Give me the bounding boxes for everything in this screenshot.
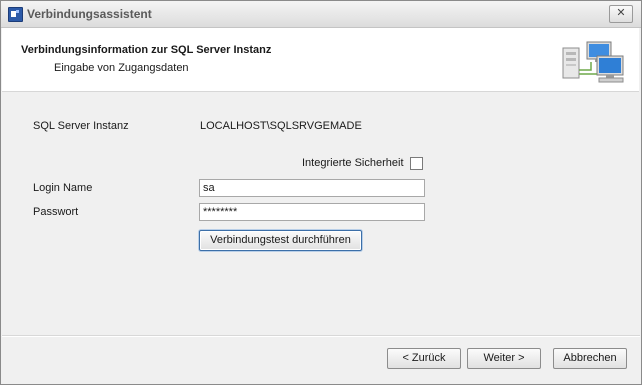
wizard-window: Verbindungsassistent ✕ Verbindungsinform…	[0, 0, 642, 385]
cancel-button[interactable]: Abbrechen	[553, 348, 627, 369]
network-computers-icon	[562, 41, 624, 83]
back-button[interactable]: < Zurück	[387, 348, 461, 369]
integrated-security-label: Integrierte Sicherheit	[302, 157, 404, 169]
header-subtitle: Eingabe von Zugangsdaten	[54, 62, 189, 74]
wizard-header: Verbindungsinformation zur SQL Server In…	[2, 28, 639, 92]
login-name-input[interactable]: sa	[199, 179, 425, 197]
footer-separator	[2, 335, 640, 337]
instance-label: SQL Server Instanz	[33, 120, 129, 132]
login-name-label: Login Name	[33, 182, 93, 194]
password-label: Passwort	[33, 206, 79, 218]
connection-test-button[interactable]: Verbindungstest durchführen	[199, 230, 362, 251]
close-icon: ✕	[616, 7, 626, 19]
title-bar[interactable]: Verbindungsassistent ✕	[1, 1, 641, 28]
password-input[interactable]: ********	[199, 203, 425, 221]
next-button[interactable]: Weiter >	[467, 348, 541, 369]
window-title: Verbindungsassistent	[27, 7, 152, 21]
integrated-security-checkbox[interactable]	[410, 157, 423, 170]
instance-value: LOCALHOST\SQLSRVGEMADE	[200, 120, 362, 132]
header-title: Verbindungsinformation zur SQL Server In…	[21, 44, 272, 56]
app-icon	[8, 7, 23, 22]
close-button[interactable]: ✕	[609, 5, 633, 23]
